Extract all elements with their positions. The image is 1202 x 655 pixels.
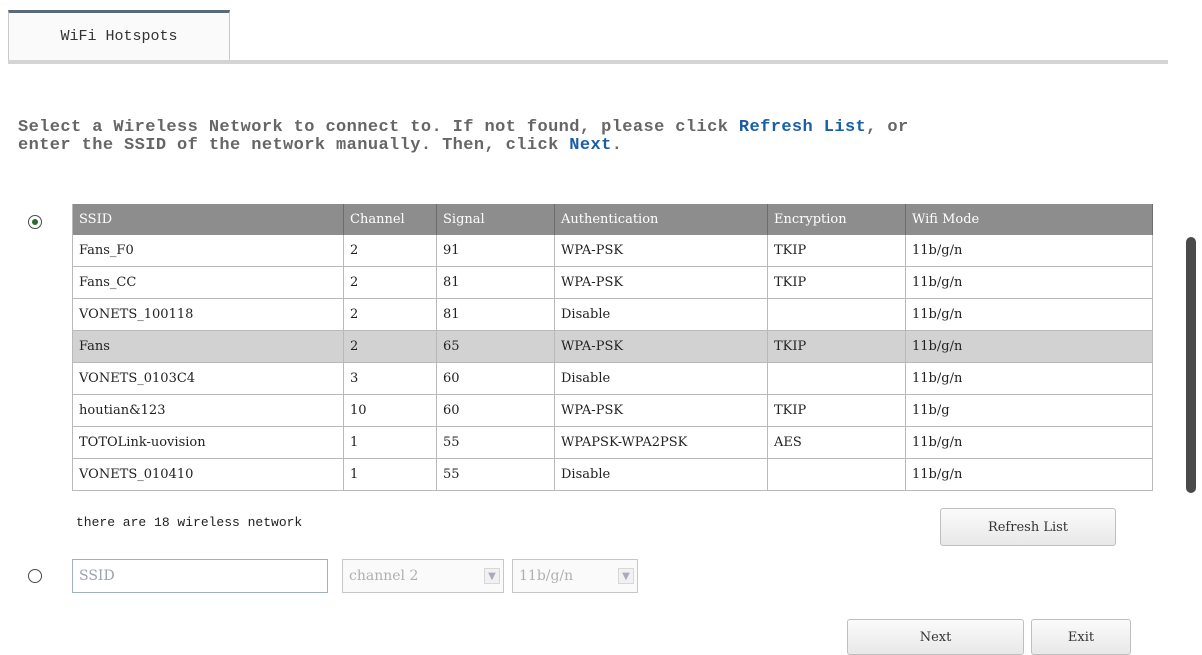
table-row[interactable]: VONETS_0103C4 3 60 Disable 11b/g/n [72, 362, 1153, 395]
cell-authentication: Disable [554, 362, 768, 395]
col-wifi-mode: Wifi Mode [905, 204, 1153, 235]
cell-authentication: WPA-PSK [554, 266, 768, 299]
cell-channel: 1 [343, 426, 437, 459]
cell-channel: 10 [343, 394, 437, 427]
cell-ssid: TOTOLink-uovision [72, 426, 344, 459]
cell-ssid: VONETS_0103C4 [72, 362, 344, 395]
table-row[interactable]: Fans_F0 2 91 WPA-PSK TKIP 11b/g/n [72, 235, 1153, 267]
cell-ssid: Fans [72, 330, 344, 363]
cell-ssid: houtian&123 [72, 394, 344, 427]
cell-wifi-mode: 11b/g/n [905, 362, 1153, 395]
col-ssid: SSID [72, 204, 344, 235]
cell-signal: 81 [436, 298, 555, 331]
chevron-down-icon: ▼ [484, 568, 500, 584]
cell-channel: 1 [343, 458, 437, 491]
cell-encryption [767, 458, 906, 491]
table-header: SSID Channel Signal Authentication Encry… [72, 204, 1153, 235]
cell-signal: 91 [436, 235, 555, 267]
cell-wifi-mode: 11b/g/n [905, 330, 1153, 363]
cell-authentication: WPAPSK-WPA2PSK [554, 426, 768, 459]
channel-select[interactable]: channel 2 ▼ [342, 559, 504, 593]
wifi-mode-select[interactable]: 11b/g/n ▼ [512, 559, 638, 593]
cell-encryption [767, 362, 906, 395]
cell-authentication: Disable [554, 298, 768, 331]
instructions-text-2: , or [866, 118, 909, 137]
instructions: Select a Wireless Network to connect to.… [18, 119, 1198, 155]
col-channel: Channel [343, 204, 437, 235]
cell-channel: 3 [343, 362, 437, 395]
cell-encryption: TKIP [767, 235, 906, 267]
instructions-text-4: . [611, 136, 623, 155]
table-row[interactable]: VONETS_100118 2 81 Disable 11b/g/n [72, 298, 1153, 331]
cell-signal: 60 [436, 394, 555, 427]
cell-signal: 65 [436, 330, 555, 363]
ssid-input[interactable]: SSID [72, 559, 328, 593]
instructions-line-2: enter the SSID of the network manually. … [18, 137, 1198, 155]
table-row[interactable]: TOTOLink-uovision 1 55 WPAPSK-WPA2PSK AE… [72, 426, 1153, 459]
wifi-mode-select-value: 11b/g/n [519, 568, 574, 584]
cell-encryption: TKIP [767, 394, 906, 427]
network-count-text: there are 18 wireless network [76, 515, 303, 530]
cell-signal: 81 [436, 266, 555, 299]
cell-ssid: VONETS_010410 [72, 458, 344, 491]
cell-signal: 60 [436, 362, 555, 395]
radio-select-from-list[interactable] [28, 215, 42, 229]
cell-ssid: Fans_CC [72, 266, 344, 299]
instructions-line-1: Select a Wireless Network to connect to.… [18, 119, 1198, 137]
next-label: Next [919, 629, 952, 645]
col-encryption: Encryption [767, 204, 906, 235]
next-button[interactable]: Next [847, 619, 1024, 655]
cell-wifi-mode: 11b/g [905, 394, 1153, 427]
cell-wifi-mode: 11b/g/n [905, 266, 1153, 299]
cell-channel: 2 [343, 266, 437, 299]
col-signal: Signal [436, 204, 555, 235]
table-row-selected[interactable]: Fans 2 65 WPA-PSK TKIP 11b/g/n [72, 330, 1153, 363]
cell-wifi-mode: 11b/g/n [905, 426, 1153, 459]
cell-wifi-mode: 11b/g/n [905, 458, 1153, 491]
ssid-placeholder: SSID [79, 568, 115, 584]
refresh-list-label: Refresh List [987, 519, 1069, 535]
cell-signal: 55 [436, 458, 555, 491]
tab-label: WiFi Hotspots [60, 28, 178, 45]
cell-encryption: AES [767, 426, 906, 459]
table-row[interactable]: Fans_CC 2 81 WPA-PSK TKIP 11b/g/n [72, 266, 1153, 299]
cell-signal: 55 [436, 426, 555, 459]
cell-channel: 2 [343, 330, 437, 363]
cell-authentication: WPA-PSK [554, 330, 768, 363]
tab-divider [8, 60, 1168, 64]
chevron-down-icon: ▼ [618, 568, 634, 584]
network-table: SSID Channel Signal Authentication Encry… [72, 204, 1153, 491]
table-row[interactable]: VONETS_010410 1 55 Disable 11b/g/n [72, 458, 1153, 491]
cell-encryption [767, 298, 906, 331]
cell-channel: 2 [343, 298, 437, 331]
cell-encryption: TKIP [767, 266, 906, 299]
instructions-refresh-link: Refresh List [738, 118, 867, 137]
instructions-next-link: Next [569, 136, 612, 155]
cell-ssid: VONETS_100118 [72, 298, 344, 331]
table-scrollbar[interactable] [1186, 237, 1196, 493]
channel-select-value: channel 2 [349, 568, 419, 584]
radio-manual-ssid[interactable] [28, 569, 42, 583]
col-authentication: Authentication [554, 204, 768, 235]
cell-authentication: Disable [554, 458, 768, 491]
tab-wifi-hotspots[interactable]: WiFi Hotspots [8, 10, 230, 60]
cell-wifi-mode: 11b/g/n [905, 298, 1153, 331]
exit-label: Exit [1067, 629, 1095, 645]
cell-authentication: WPA-PSK [554, 235, 768, 267]
cell-wifi-mode: 11b/g/n [905, 235, 1153, 267]
exit-button[interactable]: Exit [1031, 619, 1131, 655]
cell-encryption: TKIP [767, 330, 906, 363]
cell-ssid: Fans_F0 [72, 235, 344, 267]
cell-authentication: WPA-PSK [554, 394, 768, 427]
instructions-text-3: enter the SSID of the network manually. … [18, 136, 570, 155]
instructions-text-1: Select a Wireless Network to connect to.… [18, 118, 739, 137]
table-row[interactable]: houtian&123 10 60 WPA-PSK TKIP 11b/g [72, 394, 1153, 427]
cell-channel: 2 [343, 235, 437, 267]
refresh-list-button[interactable]: Refresh List [940, 508, 1116, 546]
